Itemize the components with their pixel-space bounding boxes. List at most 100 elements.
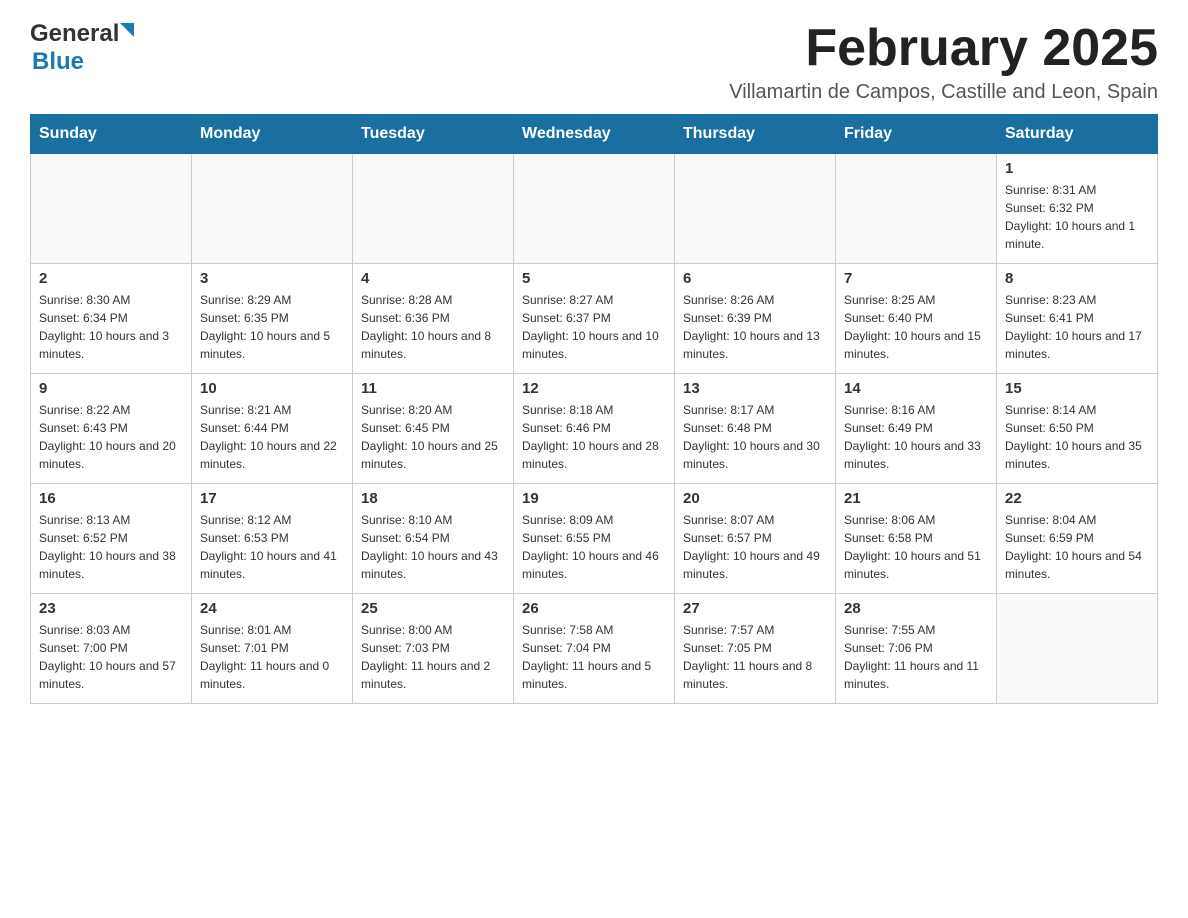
calendar-week-2: 2 Sunrise: 8:30 AM Sunset: 6:34 PM Daylig… (31, 264, 1158, 374)
calendar-cell: 11 Sunrise: 8:20 AM Sunset: 6:45 PM Dayli… (353, 374, 514, 484)
day-number: 6 (683, 270, 827, 287)
day-number: 14 (844, 380, 988, 397)
day-number: 26 (522, 600, 666, 617)
calendar-cell: 4 Sunrise: 8:28 AM Sunset: 6:36 PM Daylig… (353, 264, 514, 374)
calendar-cell: 6 Sunrise: 8:26 AM Sunset: 6:39 PM Daylig… (675, 264, 836, 374)
calendar-cell: 17 Sunrise: 8:12 AM Sunset: 6:53 PM Dayli… (192, 484, 353, 594)
calendar-cell (997, 594, 1158, 704)
calendar-cell (31, 154, 192, 264)
day-info: Sunrise: 8:29 AM Sunset: 6:35 PM Dayligh… (200, 291, 344, 363)
calendar-header-friday: Friday (836, 115, 997, 154)
calendar-header-wednesday: Wednesday (514, 115, 675, 154)
calendar-table: SundayMondayTuesdayWednesdayThursdayFrid… (30, 114, 1158, 704)
calendar-cell (353, 154, 514, 264)
day-info: Sunrise: 8:13 AM Sunset: 6:52 PM Dayligh… (39, 511, 183, 583)
day-number: 16 (39, 490, 183, 507)
day-number: 17 (200, 490, 344, 507)
day-info: Sunrise: 8:03 AM Sunset: 7:00 PM Dayligh… (39, 621, 183, 693)
day-info: Sunrise: 7:57 AM Sunset: 7:05 PM Dayligh… (683, 621, 827, 693)
calendar-cell: 26 Sunrise: 7:58 AM Sunset: 7:04 PM Dayli… (514, 594, 675, 704)
page-header: General Blue February 2025 Villamartin d… (30, 20, 1158, 104)
day-info: Sunrise: 8:01 AM Sunset: 7:01 PM Dayligh… (200, 621, 344, 693)
day-number: 23 (39, 600, 183, 617)
calendar-cell: 14 Sunrise: 8:16 AM Sunset: 6:49 PM Dayli… (836, 374, 997, 484)
day-number: 28 (844, 600, 988, 617)
day-info: Sunrise: 8:17 AM Sunset: 6:48 PM Dayligh… (683, 401, 827, 473)
day-number: 13 (683, 380, 827, 397)
day-info: Sunrise: 8:12 AM Sunset: 6:53 PM Dayligh… (200, 511, 344, 583)
month-title: February 2025 (729, 20, 1158, 77)
calendar-header-saturday: Saturday (997, 115, 1158, 154)
day-number: 21 (844, 490, 988, 507)
title-block: February 2025 Villamartin de Campos, Cas… (729, 20, 1158, 104)
logo: General Blue (30, 20, 134, 76)
calendar-cell: 27 Sunrise: 7:57 AM Sunset: 7:05 PM Dayli… (675, 594, 836, 704)
calendar-cell: 12 Sunrise: 8:18 AM Sunset: 6:46 PM Dayli… (514, 374, 675, 484)
calendar-cell: 16 Sunrise: 8:13 AM Sunset: 6:52 PM Dayli… (31, 484, 192, 594)
day-info: Sunrise: 8:04 AM Sunset: 6:59 PM Dayligh… (1005, 511, 1149, 583)
day-number: 2 (39, 270, 183, 287)
day-info: Sunrise: 8:07 AM Sunset: 6:57 PM Dayligh… (683, 511, 827, 583)
calendar-cell: 24Sunrise: 8:01 AM Sunset: 7:01 PM Dayli… (192, 594, 353, 704)
day-info: Sunrise: 8:16 AM Sunset: 6:49 PM Dayligh… (844, 401, 988, 473)
day-info: Sunrise: 8:18 AM Sunset: 6:46 PM Dayligh… (522, 401, 666, 473)
day-number: 18 (361, 490, 505, 507)
day-info: Sunrise: 8:27 AM Sunset: 6:37 PM Dayligh… (522, 291, 666, 363)
logo-blue-text: Blue (32, 48, 84, 75)
day-info: Sunrise: 8:28 AM Sunset: 6:36 PM Dayligh… (361, 291, 505, 363)
day-info: Sunrise: 8:31 AM Sunset: 6:32 PM Dayligh… (1005, 181, 1149, 253)
calendar-week-1: 1 Sunrise: 8:31 AM Sunset: 6:32 PM Daylig… (31, 154, 1158, 264)
calendar-week-5: 23 Sunrise: 8:03 AM Sunset: 7:00 PM Dayli… (31, 594, 1158, 704)
calendar-cell: 2 Sunrise: 8:30 AM Sunset: 6:34 PM Daylig… (31, 264, 192, 374)
day-number: 15 (1005, 380, 1149, 397)
day-number: 4 (361, 270, 505, 287)
calendar-week-4: 16 Sunrise: 8:13 AM Sunset: 6:52 PM Dayli… (31, 484, 1158, 594)
calendar-header-tuesday: Tuesday (353, 115, 514, 154)
logo-triangle-icon (120, 23, 134, 37)
calendar-cell: 15 Sunrise: 8:14 AM Sunset: 6:50 PM Dayli… (997, 374, 1158, 484)
day-info: Sunrise: 8:20 AM Sunset: 6:45 PM Dayligh… (361, 401, 505, 473)
calendar-header-monday: Monday (192, 115, 353, 154)
calendar-cell: 10Sunrise: 8:21 AM Sunset: 6:44 PM Dayli… (192, 374, 353, 484)
location-title: Villamartin de Campos, Castille and Leon… (729, 81, 1158, 104)
day-number: 12 (522, 380, 666, 397)
day-number: 7 (844, 270, 988, 287)
day-info: Sunrise: 8:25 AM Sunset: 6:40 PM Dayligh… (844, 291, 988, 363)
calendar-cell: 25 Sunrise: 8:00 AM Sunset: 7:03 PM Dayli… (353, 594, 514, 704)
day-info: Sunrise: 8:14 AM Sunset: 6:50 PM Dayligh… (1005, 401, 1149, 473)
calendar-cell: 20 Sunrise: 8:07 AM Sunset: 6:57 PM Dayli… (675, 484, 836, 594)
day-number: 3 (200, 270, 344, 287)
day-number: 22 (1005, 490, 1149, 507)
calendar-cell: 8Sunrise: 8:23 AM Sunset: 6:41 PM Daylig… (997, 264, 1158, 374)
day-info: Sunrise: 8:09 AM Sunset: 6:55 PM Dayligh… (522, 511, 666, 583)
day-info: Sunrise: 8:26 AM Sunset: 6:39 PM Dayligh… (683, 291, 827, 363)
calendar-header-sunday: Sunday (31, 115, 192, 154)
day-number: 20 (683, 490, 827, 507)
calendar-header-row: SundayMondayTuesdayWednesdayThursdayFrid… (31, 115, 1158, 154)
calendar-cell: 13 Sunrise: 8:17 AM Sunset: 6:48 PM Dayli… (675, 374, 836, 484)
day-info: Sunrise: 7:58 AM Sunset: 7:04 PM Dayligh… (522, 621, 666, 693)
calendar-cell (836, 154, 997, 264)
day-number: 19 (522, 490, 666, 507)
calendar-cell: 5 Sunrise: 8:27 AM Sunset: 6:37 PM Daylig… (514, 264, 675, 374)
calendar-cell: 28 Sunrise: 7:55 AM Sunset: 7:06 PM Dayli… (836, 594, 997, 704)
calendar-cell: 19 Sunrise: 8:09 AM Sunset: 6:55 PM Dayli… (514, 484, 675, 594)
day-number: 27 (683, 600, 827, 617)
day-number: 8 (1005, 270, 1149, 287)
calendar-week-3: 9Sunrise: 8:22 AM Sunset: 6:43 PM Daylig… (31, 374, 1158, 484)
day-number: 5 (522, 270, 666, 287)
day-number: 25 (361, 600, 505, 617)
day-info: Sunrise: 8:30 AM Sunset: 6:34 PM Dayligh… (39, 291, 183, 363)
day-info: Sunrise: 8:21 AM Sunset: 6:44 PM Dayligh… (200, 401, 344, 473)
calendar-cell (514, 154, 675, 264)
calendar-cell (675, 154, 836, 264)
day-info: Sunrise: 8:06 AM Sunset: 6:58 PM Dayligh… (844, 511, 988, 583)
day-info: Sunrise: 7:55 AM Sunset: 7:06 PM Dayligh… (844, 621, 988, 693)
calendar-cell: 21 Sunrise: 8:06 AM Sunset: 6:58 PM Dayli… (836, 484, 997, 594)
day-number: 11 (361, 380, 505, 397)
day-number: 1 (1005, 160, 1149, 177)
calendar-cell (192, 154, 353, 264)
calendar-cell: 1 Sunrise: 8:31 AM Sunset: 6:32 PM Daylig… (997, 154, 1158, 264)
day-info: Sunrise: 8:10 AM Sunset: 6:54 PM Dayligh… (361, 511, 505, 583)
day-info: Sunrise: 8:00 AM Sunset: 7:03 PM Dayligh… (361, 621, 505, 693)
